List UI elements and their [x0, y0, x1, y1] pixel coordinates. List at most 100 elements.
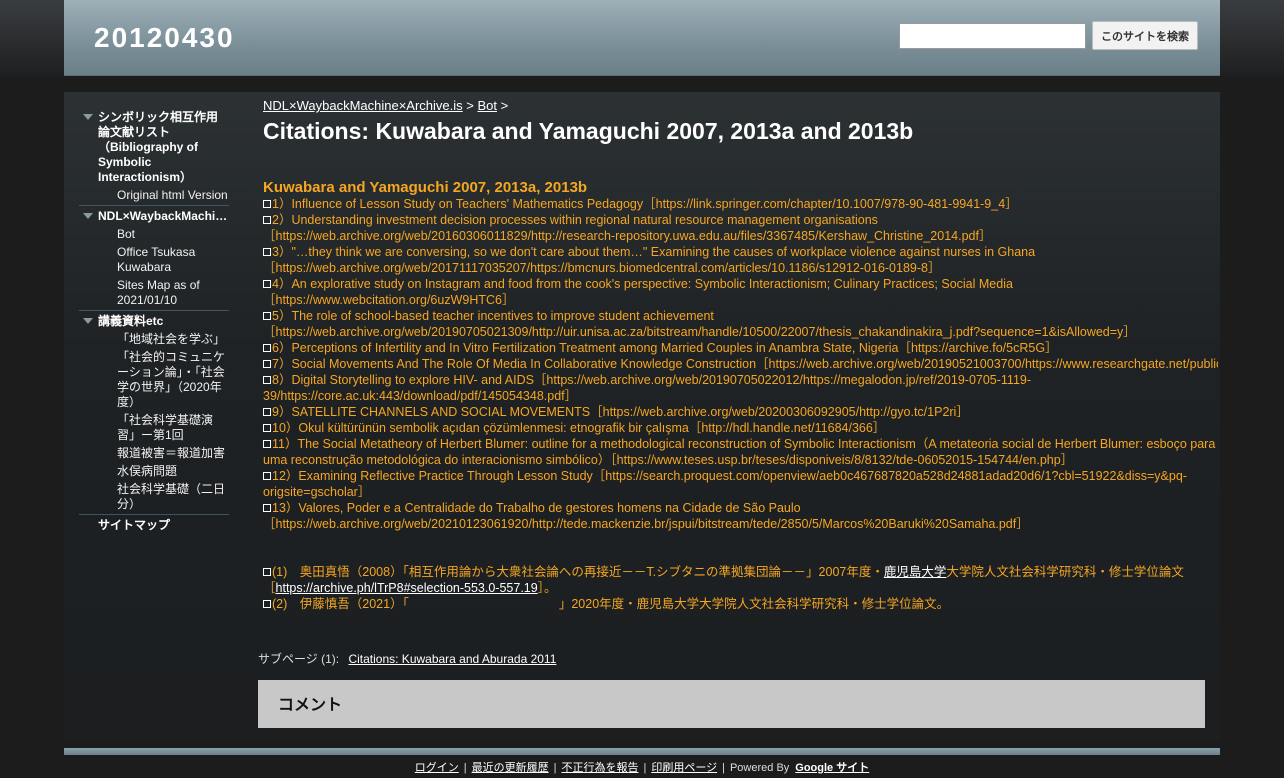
- citation-item: 13）Valores, Poder e a Centralidade do Tr…: [263, 500, 1218, 532]
- site-header: 20120430 このサイトを検索: [64, 0, 1220, 76]
- citation-item: 7）Social Movements And The Role Of Media…: [263, 356, 1218, 372]
- nav-item-label: シンボリック相互作用論文献リスト（Bibliography of Symboli…: [98, 110, 219, 184]
- checkbox-icon: [263, 360, 271, 368]
- subpages: サブページ (1): Citations: Kuwabara and Abura…: [258, 650, 556, 667]
- nav-section-ndl: NDL×WaybackMachine×Archive.is Bot Office…: [79, 209, 229, 311]
- footer-link-print[interactable]: 印刷用ページ: [651, 762, 717, 774]
- citation-text: 1）Influence of Lesson Study on Teachers'…: [272, 197, 1018, 211]
- sidebar-nav: シンボリック相互作用論文献リスト（Bibliography of Symboli…: [79, 110, 229, 533]
- checkbox-icon: [263, 248, 271, 256]
- footnote-item: (2) 伊藤慎吾（2021）「 」2020年度・鹿児島大学大学院人文社会科学研究…: [263, 596, 1218, 612]
- citation-text: 3）"…they think we are conversing, so we …: [263, 245, 1036, 275]
- checkbox-icon: [263, 216, 271, 224]
- nav-section-bibliography: シンボリック相互作用論文献リスト（Bibliography of Symboli…: [79, 110, 229, 206]
- footnote-text: (1) 奥田真悟（2008）「相互作用論から大衆社会論への再接近－－T.シブタニ…: [272, 565, 884, 579]
- citation-text: 10）Okul kültürünün sembolik açıdan çözüm…: [272, 421, 886, 435]
- nav-item-lecture-3[interactable]: 「社会科学基礎演習」ー第1回: [79, 413, 229, 443]
- nav-item-label: 講義資料etc: [98, 314, 164, 328]
- nav-item-bot[interactable]: Bot: [79, 227, 229, 242]
- breadcrumb-link-bot[interactable]: Bot: [477, 98, 497, 113]
- triangle-down-icon[interactable]: [83, 318, 93, 324]
- checkbox-icon: [263, 344, 271, 352]
- footer-link-report-abuse[interactable]: 不正行為を報告: [561, 762, 638, 774]
- section-heading: Kuwabara and Yamaguchi 2007, 2013a, 2013…: [263, 179, 588, 196]
- breadcrumb-link-ndl[interactable]: NDL×WaybackMachine×Archive.is: [263, 98, 463, 113]
- citation-item: 5）The role of school-based teacher incen…: [263, 308, 1218, 340]
- footer-link-login[interactable]: ログイン: [415, 762, 459, 774]
- nav-item-ndl[interactable]: NDL×WaybackMachine×Archive.is: [79, 209, 229, 224]
- page-title: Citations: Kuwabara and Yamaguchi 2007, …: [263, 118, 914, 144]
- nav-item-label: NDL×WaybackMachine×Archive.is: [98, 209, 229, 223]
- footnote-text: ］。: [537, 581, 557, 595]
- sidebar: シンボリック相互作用論文献リスト（Bibliography of Symboli…: [64, 92, 244, 740]
- citation-item: 12）Examining Reflective Practice Through…: [263, 468, 1218, 500]
- comments-title: コメント: [278, 697, 343, 714]
- footnote-item: (1) 奥田真悟（2008）「相互作用論から大衆社会論への再接近－－T.シブタニ…: [263, 564, 1218, 596]
- citation-item: 11）The Social Metatheory of Herbert Blum…: [263, 436, 1218, 468]
- citation-text: 13）Valores, Poder e a Centralidade do Tr…: [263, 501, 1029, 531]
- search-input[interactable]: [899, 23, 1086, 49]
- footer-link-recent-changes[interactable]: 最近の更新履歴: [472, 762, 549, 774]
- footer-bar: [64, 748, 1220, 755]
- citation-list: 1）Influence of Lesson Study on Teachers'…: [263, 196, 1218, 532]
- checkbox-icon: [263, 280, 271, 288]
- link-kagoshima-university[interactable]: 鹿児島大学: [884, 565, 947, 579]
- citation-item: 9）SATELLITE CHANNELS AND SOCIAL MOVEMENT…: [263, 404, 1218, 420]
- footer-separator: |: [643, 762, 647, 774]
- nav-item-lectures[interactable]: 講義資料etc: [79, 314, 229, 329]
- checkbox-icon: [263, 472, 271, 480]
- footer-separator: |: [722, 762, 725, 774]
- nav-item-lecture-2[interactable]: 「社会的コミュニケーション論」・「社会学の世界」（2020年度）: [79, 350, 229, 410]
- citation-text: 4）An explorative study on Instagram and …: [263, 277, 1013, 307]
- checkbox-icon: [263, 424, 271, 432]
- breadcrumb-separator: >: [497, 98, 509, 113]
- search-button[interactable]: このサイトを検索: [1092, 21, 1198, 50]
- nav-section-lectures: 講義資料etc 「地域社会を学ぶ」 「社会的コミュニケーション論」・「社会学の世…: [79, 314, 229, 515]
- citation-text: 12）Examining Reflective Practice Through…: [263, 469, 1187, 499]
- nav-item-lecture-4[interactable]: 報道被害＝報道加害: [79, 446, 229, 461]
- subpages-label: サブページ (1):: [258, 652, 340, 666]
- checkbox-icon: [263, 504, 271, 512]
- citation-text: 2）Understanding investment decision proc…: [263, 213, 992, 243]
- citation-text: 9）SATELLITE CHANNELS AND SOCIAL MOVEMENT…: [272, 405, 969, 419]
- citation-item: 4）An explorative study on Instagram and …: [263, 276, 1218, 308]
- footer-link-google-sites[interactable]: Google サイト: [795, 762, 869, 774]
- citation-text: 6）Perceptions of Infertility and In Vitr…: [272, 341, 1058, 355]
- triangle-down-icon[interactable]: [83, 114, 93, 120]
- footer-powered-by: Powered By: [729, 762, 790, 774]
- checkbox-icon: [263, 440, 271, 448]
- citation-item: 6）Perceptions of Infertility and In Vitr…: [263, 340, 1218, 356]
- breadcrumb: NDL×WaybackMachine×Archive.is > Bot >: [263, 98, 508, 113]
- checkbox-icon: [263, 312, 271, 320]
- citation-item: 3）"…they think we are conversing, so we …: [263, 244, 1218, 276]
- nav-item-lecture-6[interactable]: 社会科学基礎（二日分）: [79, 482, 229, 512]
- nav-item-lecture-5[interactable]: 水俣病問題: [79, 464, 229, 479]
- nav-item-original-html[interactable]: Original html Version: [79, 188, 229, 203]
- checkbox-icon: [263, 200, 271, 208]
- nav-item-sitesmap[interactable]: Sites Map as of 2021/01/10: [79, 278, 229, 308]
- citation-item: 2）Understanding investment decision proc…: [263, 212, 1218, 244]
- footer: ログイン | 最近の更新履歴 | 不正行為を報告 | 印刷用ページ | Powered By Go…: [0, 759, 1284, 775]
- nav-item-office[interactable]: Office Tsukasa Kuwabara: [79, 245, 229, 275]
- citation-item: 1）Influence of Lesson Study on Teachers'…: [263, 196, 1218, 212]
- citation-text: 7）Social Movements And The Role Of Media…: [272, 357, 1218, 371]
- comments-section: コメント: [258, 680, 1205, 728]
- checkbox-icon: [263, 408, 271, 416]
- checkbox-icon: [263, 600, 271, 608]
- subpage-link[interactable]: Citations: Kuwabara and Aburada 2011: [348, 652, 556, 666]
- citation-item: 8）Digital Storytelling to explore HIV- a…: [263, 372, 1218, 404]
- site-title[interactable]: 20120430: [94, 22, 235, 54]
- main-content: NDL×WaybackMachine×Archive.is > Bot > Ci…: [244, 92, 1220, 740]
- footnote-text: (2) 伊藤慎吾（2021）「 」2020年度・鹿児島大学大学院人文社会科学研究…: [272, 597, 950, 611]
- nav-item-sitemap[interactable]: サイトマップ: [79, 518, 229, 533]
- link-archive-ph[interactable]: https://archive.ph/lTrP8#selection-553.0…: [276, 581, 538, 595]
- footer-separator: |: [463, 762, 467, 774]
- triangle-down-icon[interactable]: [83, 213, 93, 219]
- citation-item: 10）Okul kültürünün sembolik açıdan çözüm…: [263, 420, 1218, 436]
- nav-item-bibliography[interactable]: シンボリック相互作用論文献リスト（Bibliography of Symboli…: [79, 110, 229, 185]
- nav-item-lecture-1[interactable]: 「地域社会を学ぶ」: [79, 332, 229, 347]
- citation-text: 5）The role of school-based teacher incen…: [263, 309, 1136, 339]
- breadcrumb-separator: >: [462, 98, 478, 113]
- checkbox-icon: [263, 376, 271, 384]
